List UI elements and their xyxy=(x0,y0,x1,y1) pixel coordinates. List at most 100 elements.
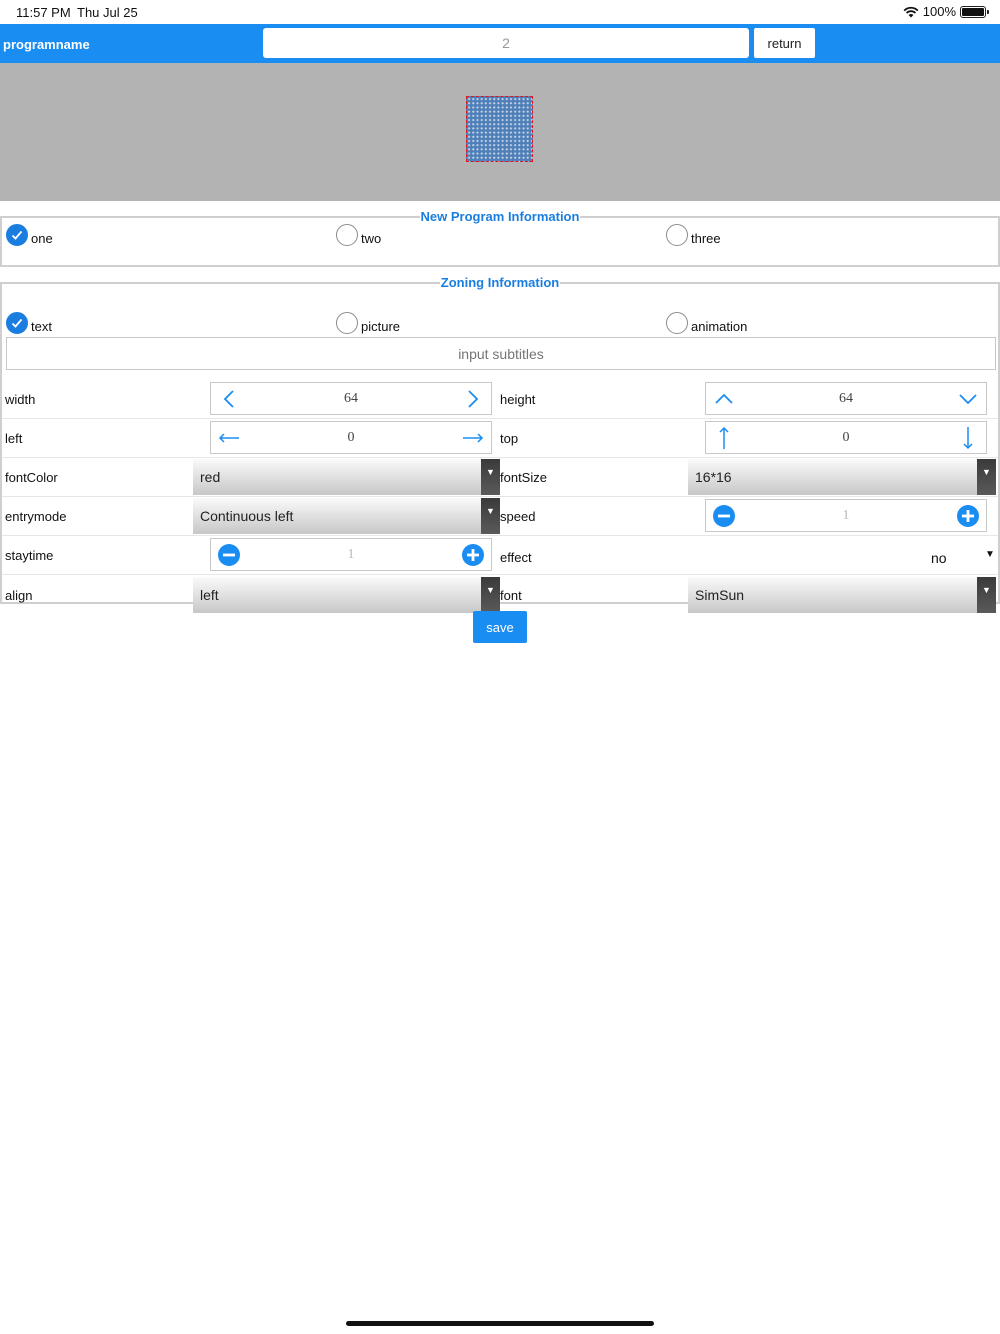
save-button[interactable]: save xyxy=(473,611,527,643)
effect-select[interactable]: no ▼ xyxy=(902,542,998,570)
zone-radio-animation[interactable]: animation xyxy=(666,312,747,334)
zoning-body: text picture animation width 64 height xyxy=(2,290,998,613)
radio-empty-icon xyxy=(336,224,358,246)
fontsize-value: 16*16 xyxy=(695,469,732,485)
chevron-left-icon[interactable] xyxy=(217,387,241,411)
program-radio-three[interactable]: three xyxy=(666,224,721,246)
arrow-down-icon[interactable] xyxy=(956,426,980,450)
battery-icon xyxy=(960,5,989,18)
program-radio-one[interactable]: one xyxy=(6,224,53,246)
speed-label: speed xyxy=(500,509,536,524)
return-button[interactable]: return xyxy=(754,28,815,58)
row-fontcolor-fontsize: fontColor red ▼ fontSize 16*16 ▼ xyxy=(2,458,998,497)
program-name-input[interactable] xyxy=(263,28,749,58)
row-width-height: width 64 height 64 xyxy=(2,380,998,419)
zone-radio-animation-label: animation xyxy=(691,319,748,334)
height-value[interactable]: 64 xyxy=(839,391,853,407)
battery-percent: 100% xyxy=(922,4,956,19)
status-right: 100% xyxy=(903,4,989,19)
zone-radio-picture[interactable]: picture xyxy=(336,312,400,334)
plus-circle-icon[interactable] xyxy=(956,504,980,528)
dropdown-arrow-icon: ▼ xyxy=(977,577,996,613)
left-value[interactable]: 0 xyxy=(348,430,355,446)
subtitle-input[interactable] xyxy=(6,337,996,370)
font-select[interactable]: SimSun ▼ xyxy=(688,577,996,613)
chevron-down-icon[interactable] xyxy=(956,387,980,411)
height-stepper: 64 xyxy=(705,382,987,415)
led-preview-area xyxy=(0,63,1000,201)
radio-empty-icon xyxy=(666,312,688,334)
entrymode-value: Continuous left xyxy=(200,508,294,524)
wifi-icon xyxy=(903,6,919,17)
font-label: font xyxy=(500,588,522,603)
checkmark-icon xyxy=(6,312,28,334)
top-label: top xyxy=(500,431,519,446)
fontcolor-label: fontColor xyxy=(5,470,58,485)
entrymode-select[interactable]: Continuous left ▼ xyxy=(193,498,500,534)
staytime-label: staytime xyxy=(5,548,54,563)
led-zone-box[interactable] xyxy=(466,96,533,162)
dropdown-arrow-icon: ▼ xyxy=(985,549,995,560)
radio-empty-icon xyxy=(666,224,688,246)
program-info-legend: New Program Information xyxy=(420,209,580,224)
zoning-info-legend: Zoning Information xyxy=(440,275,560,290)
status-date: Thu Jul 25 xyxy=(77,5,138,20)
status-bar: 11:57 PM Thu Jul 25 100% xyxy=(0,0,1000,24)
program-radio-row: one two three xyxy=(2,224,998,264)
home-indicator xyxy=(346,1321,654,1326)
program-radio-two-label: two xyxy=(361,231,382,246)
fontsize-select[interactable]: 16*16 ▼ xyxy=(688,459,996,495)
zone-radio-text[interactable]: text xyxy=(6,312,52,334)
font-value: SimSun xyxy=(695,587,745,603)
dropdown-arrow-icon: ▼ xyxy=(977,459,996,495)
entrymode-label: entrymode xyxy=(5,509,67,524)
width-value[interactable]: 64 xyxy=(344,391,358,407)
program-radio-two[interactable]: two xyxy=(336,224,381,246)
program-radio-one-label: one xyxy=(31,231,53,246)
plus-circle-icon[interactable] xyxy=(461,543,485,567)
nav-bar: programname return xyxy=(0,24,1000,63)
row-left-top: left 0 top 0 xyxy=(2,419,998,458)
speed-stepper: 1 xyxy=(705,499,987,532)
zone-radio-picture-label: picture xyxy=(361,319,401,334)
fontcolor-select[interactable]: red ▼ xyxy=(193,459,500,495)
arrow-left-icon[interactable] xyxy=(217,426,241,450)
arrow-up-icon[interactable] xyxy=(712,426,736,450)
status-time: 11:57 PM xyxy=(16,5,71,20)
effect-value: no xyxy=(931,550,947,566)
height-label: height xyxy=(500,392,536,407)
dropdown-arrow-icon: ▼ xyxy=(481,577,500,613)
top-stepper: 0 xyxy=(705,421,987,454)
staytime-stepper: 1 xyxy=(210,538,492,571)
fontsize-label: fontSize xyxy=(500,470,547,485)
chevron-up-icon[interactable] xyxy=(712,387,736,411)
speed-value[interactable]: 1 xyxy=(843,508,850,524)
align-label: align xyxy=(5,588,33,603)
program-info-section: New Program Information one two three xyxy=(0,209,1000,267)
align-select[interactable]: left ▼ xyxy=(193,577,500,613)
top-value[interactable]: 0 xyxy=(843,430,850,446)
fontcolor-value: red xyxy=(200,469,221,485)
zoning-info-section: Zoning Information text picture animatio… xyxy=(0,275,1000,613)
dropdown-arrow-icon: ▼ xyxy=(481,459,500,495)
staytime-value[interactable]: 1 xyxy=(348,547,355,563)
page-title: programname xyxy=(3,37,90,52)
checkmark-icon xyxy=(6,224,28,246)
left-label: left xyxy=(5,431,23,446)
width-stepper: 64 xyxy=(210,382,492,415)
row-entrymode-speed: entrymode Continuous left ▼ speed 1 xyxy=(2,497,998,536)
row-staytime-effect: staytime 1 effect no ▼ xyxy=(2,536,998,575)
minus-circle-icon[interactable] xyxy=(217,543,241,567)
minus-circle-icon[interactable] xyxy=(712,504,736,528)
zone-radio-text-label: text xyxy=(31,319,52,334)
dropdown-arrow-icon: ▼ xyxy=(481,498,500,534)
chevron-right-icon[interactable] xyxy=(461,387,485,411)
program-radio-three-label: three xyxy=(691,231,721,246)
row-align-font: align left ▼ font SimSun ▼ xyxy=(2,576,998,615)
width-label: width xyxy=(5,392,36,407)
arrow-right-icon[interactable] xyxy=(461,426,485,450)
left-stepper: 0 xyxy=(210,421,492,454)
effect-label: effect xyxy=(500,550,532,565)
align-value: left xyxy=(200,587,219,603)
radio-empty-icon xyxy=(336,312,358,334)
